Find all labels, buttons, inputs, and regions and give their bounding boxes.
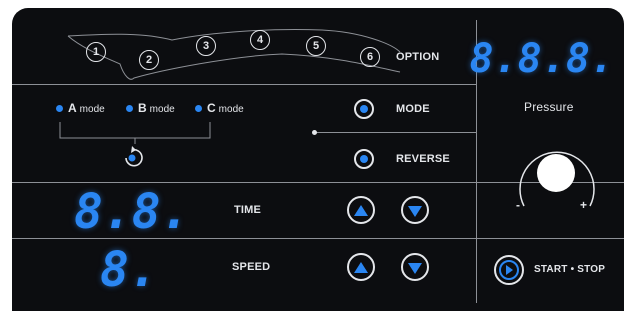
play-icon (499, 260, 519, 280)
mode-c-indicator (195, 105, 202, 112)
chamber-6-button[interactable]: 6 (360, 47, 380, 67)
pressure-knob[interactable] (537, 154, 575, 192)
time-up-button[interactable] (347, 196, 375, 224)
time-display: 8.8. (74, 184, 190, 240)
chamber-5-button[interactable]: 5 (306, 36, 326, 56)
pressure-max-symbol: + (580, 198, 588, 212)
leg-outline-icon (67, 28, 401, 80)
mode-b-label[interactable]: Bmode (138, 101, 175, 115)
mode-c-label[interactable]: Cmode (207, 101, 244, 115)
mode-cycle-bracket (59, 122, 211, 167)
triangle-down-icon (408, 206, 422, 217)
time-label: TIME (234, 204, 262, 216)
reverse-button[interactable] (354, 149, 374, 169)
mode-connector-dot (312, 130, 317, 135)
mode-button[interactable] (354, 99, 374, 119)
chamber-2-button[interactable]: 2 (139, 50, 159, 70)
triangle-down-icon (408, 263, 422, 274)
mode-letter: B (138, 101, 147, 115)
mode-label: MODE (396, 103, 430, 115)
speed-label: SPEED (232, 261, 271, 273)
pressure-min-symbol: - (516, 198, 521, 212)
pressure-display: 8.8.8. (469, 36, 615, 82)
mode-suffix: mode (218, 104, 244, 115)
start-stop-label: START • STOP (534, 264, 606, 275)
mode-button-dot (360, 105, 368, 113)
chamber-3-button[interactable]: 3 (196, 36, 216, 56)
speed-up-button[interactable] (347, 253, 375, 281)
speed-down-button[interactable] (401, 253, 429, 281)
reverse-label: REVERSE (396, 153, 450, 165)
mode-letter: A (68, 101, 77, 115)
mode-a-label[interactable]: Amode (68, 101, 105, 115)
mode-letter: C (207, 101, 216, 115)
reverse-button-dot (360, 155, 368, 163)
triangle-up-icon (354, 262, 368, 273)
mode-suffix: mode (149, 104, 175, 115)
control-panel: 1 2 3 4 5 6 OPTION 8.8.8. Pressure - + A… (12, 8, 624, 311)
mode-suffix: mode (79, 104, 105, 115)
pressure-label: Pressure (524, 100, 574, 114)
start-stop-button[interactable] (494, 255, 524, 285)
speed-display: 8. (100, 242, 158, 298)
chamber-1-button[interactable]: 1 (86, 42, 106, 62)
mode-a-indicator (56, 105, 63, 112)
mode-connector-line (315, 132, 476, 133)
chamber-4-button[interactable]: 4 (250, 30, 270, 50)
time-down-button[interactable] (401, 196, 429, 224)
mode-b-indicator (126, 105, 133, 112)
triangle-up-icon (354, 205, 368, 216)
option-label: OPTION (396, 51, 440, 63)
